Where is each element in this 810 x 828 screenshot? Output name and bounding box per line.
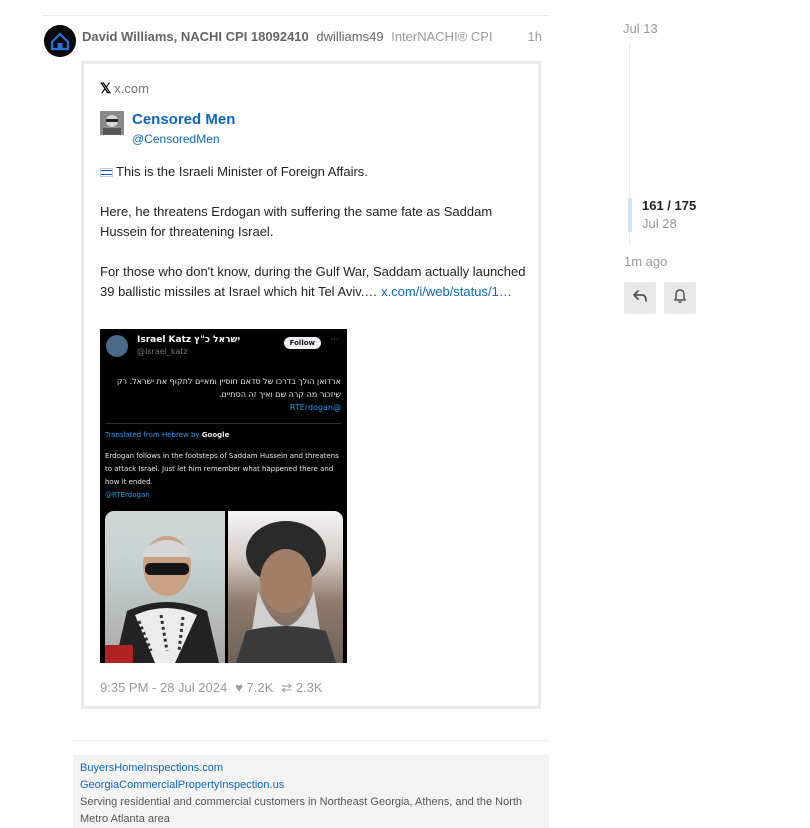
- embedded-name: Israel Katz ישראל כ"ץ: [137, 335, 241, 345]
- photo-saddam: [228, 511, 343, 663]
- translated-note: Translated from Hebrew by Google: [105, 431, 229, 439]
- embedded-english-text: Erdogan follows in the footsteps of Sadd…: [105, 450, 339, 502]
- more-icon: ···: [330, 335, 339, 345]
- post-age[interactable]: 1h: [528, 29, 542, 44]
- signature-link-1[interactable]: BuyersHomeInspections.com: [80, 760, 542, 777]
- likes-value: 7.2K: [246, 680, 274, 695]
- israel-flag-icon: [100, 168, 113, 178]
- translated-prefix: Translated from Hebrew by: [105, 431, 200, 439]
- author-title: InterNACHI® CPI: [391, 29, 493, 44]
- author-name[interactable]: David Williams, NACHI CPI 18092410: [82, 29, 309, 44]
- timeline-start-date[interactable]: Jul 13: [623, 21, 658, 36]
- tweet-link[interactable]: x.com/i/web/status/1…: [381, 284, 512, 299]
- heart-icon: ♥: [235, 680, 243, 695]
- hebrew-mention: @RTErdogan: [289, 403, 341, 412]
- onebox-source[interactable]: 𝕏 x.com: [100, 80, 149, 97]
- tweet-timestamp[interactable]: 9:35 PM - 28 Jul 2024: [100, 680, 227, 696]
- bell-icon: [673, 288, 687, 308]
- retweet-icon: ⇄: [281, 680, 293, 695]
- signature-link-2[interactable]: GeorgiaCommercialPropertyInspection.us: [80, 777, 542, 794]
- google-brand: Google: [201, 431, 230, 439]
- likes-count: ♥ 7.2K: [235, 680, 273, 696]
- signature-text: Serving residential and commercial custo…: [80, 796, 523, 825]
- timeline-current-date: Jul 28: [642, 216, 677, 231]
- embedded-handle: @Israel_katz: [137, 347, 188, 356]
- user-signature: BuyersHomeInspections.com GeorgiaCommerc…: [73, 755, 549, 828]
- author-username[interactable]: dwilliams49: [316, 29, 383, 44]
- timeline-last-activity[interactable]: 1m ago: [624, 254, 667, 269]
- english-body: Erdogan follows in the footsteps of Sadd…: [105, 452, 339, 486]
- retweets-value: 2.3K: [295, 680, 323, 695]
- tweet-paragraph-2: Here, he threatens Erdogan with sufferin…: [100, 204, 493, 239]
- x-logo-icon: 𝕏: [100, 80, 112, 96]
- onebox-source-label: x.com: [114, 81, 149, 96]
- post-header: David Williams, NACHI CPI 18092410 dwill…: [82, 29, 542, 45]
- notifications-button[interactable]: [664, 282, 696, 314]
- reply-button[interactable]: [624, 282, 656, 314]
- tweet-onebox: 𝕏 x.com Censored Men @CensoredMen This i…: [81, 61, 541, 709]
- embedded-divider: [106, 423, 341, 424]
- tweet-text: This is the Israeli Minister of Foreign …: [100, 162, 530, 322]
- author-avatar[interactable]: [44, 25, 76, 57]
- embedded-avatar: [106, 335, 128, 357]
- tweet-image[interactable]: Israel Katz ישראל כ"ץ @Israel_katz Follo…: [100, 329, 347, 663]
- photo-erdogan: [105, 511, 225, 663]
- tweet-meta: 9:35 PM - 28 Jul 2024 ♥ 7.2K ⇄ 2.3K: [100, 680, 323, 696]
- embedded-hebrew-text: ארדואן הולך בדרכו של סדאם חוסיין ומאיים …: [106, 375, 341, 414]
- english-mention: @RTErdogan: [105, 491, 150, 499]
- reply-icon: [633, 289, 647, 307]
- signature-divider: [73, 740, 549, 741]
- retweets-count: ⇄ 2.3K: [281, 680, 322, 696]
- profile-handle[interactable]: @CensoredMen: [132, 132, 220, 146]
- top-divider: [42, 15, 549, 16]
- embedded-photos: [105, 511, 343, 663]
- embedded-follow-button: Follow: [283, 337, 321, 349]
- tweet-paragraph: For those who don't know, during the Gul…: [100, 262, 530, 302]
- hebrew-body: ארדואן הולך בדרכו של סדאם חוסיין ומאיים …: [116, 377, 341, 399]
- tweet-paragraph: This is the Israeli Minister of Foreign …: [100, 162, 530, 182]
- profile-image[interactable]: [100, 111, 124, 135]
- timeline-position: 161 / 175: [642, 198, 697, 213]
- tweet-paragraph-1: This is the Israeli Minister of Foreign …: [116, 164, 368, 179]
- profile-name[interactable]: Censored Men: [132, 111, 235, 128]
- embedded-tweet-header: Israel Katz ישראל כ"ץ @Israel_katz Follo…: [106, 334, 341, 358]
- timeline-scroll-handle[interactable]: [628, 198, 632, 232]
